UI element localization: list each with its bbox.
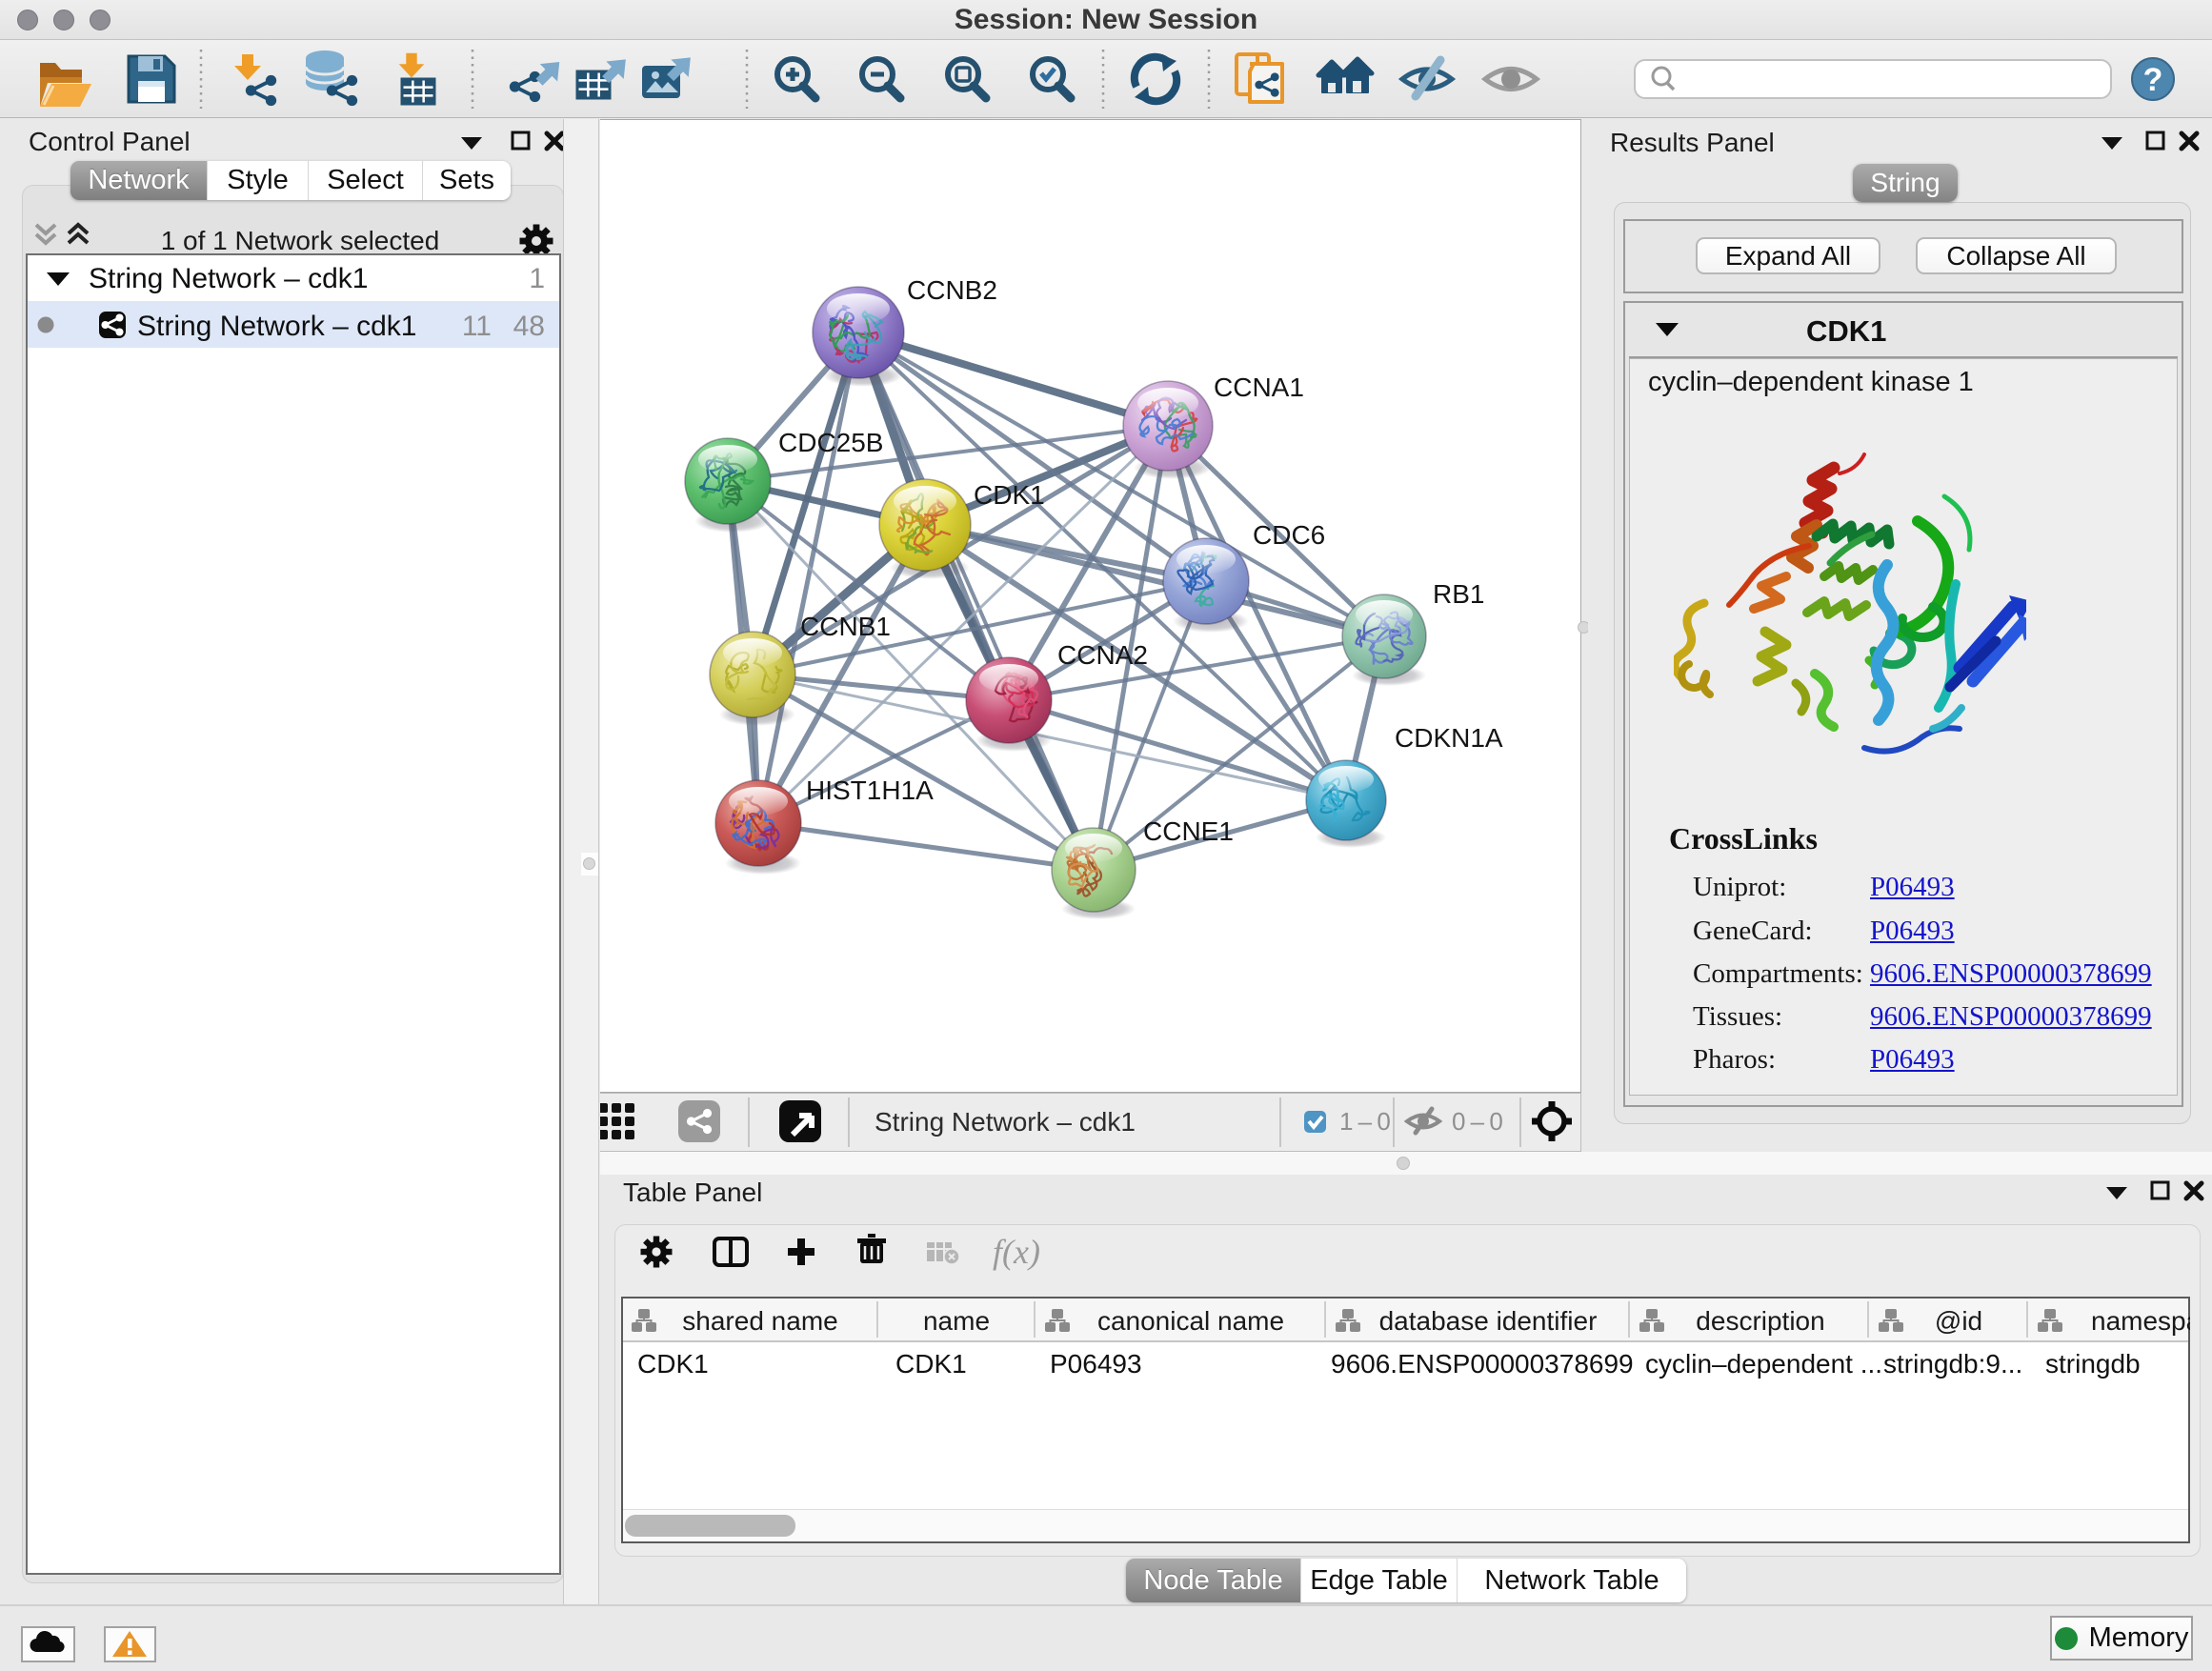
svg-text:database identifier: database identifier — [1379, 1306, 1598, 1336]
svg-text:?: ? — [2143, 62, 2163, 98]
svg-text:CCNB2: CCNB2 — [907, 275, 997, 305]
svg-text:shared name: shared name — [682, 1306, 837, 1336]
svg-text:CDC6: CDC6 — [1253, 520, 1325, 550]
svg-text:CDKN1A: CDKN1A — [1395, 723, 1503, 753]
svg-text:namespace: namespace — [2091, 1306, 2190, 1336]
svg-text:CDK1: CDK1 — [974, 480, 1045, 510]
svg-text:1 – 0: 1 – 0 — [1339, 1107, 1391, 1136]
svg-text:String Network – cdk1: String Network – cdk1 — [875, 1107, 1136, 1137]
svg-text:CCNA2: CCNA2 — [1057, 640, 1148, 670]
svg-text:0 – 0: 0 – 0 — [1452, 1107, 1503, 1136]
svg-text:CCNA1: CCNA1 — [1214, 372, 1304, 402]
svg-text:description: description — [1696, 1306, 1824, 1336]
svg-text:CCNE1: CCNE1 — [1143, 816, 1234, 846]
svg-text:CCNB1: CCNB1 — [800, 612, 891, 641]
svg-text:RB1: RB1 — [1433, 579, 1484, 609]
svg-text:name: name — [923, 1306, 990, 1336]
svg-text:canonical name: canonical name — [1097, 1306, 1284, 1336]
svg-text:HIST1H1A: HIST1H1A — [806, 775, 934, 805]
svg-text:@id: @id — [1935, 1306, 1982, 1336]
svg-text:CDC25B: CDC25B — [778, 428, 883, 457]
svg-text:f(x): f(x) — [993, 1233, 1040, 1271]
